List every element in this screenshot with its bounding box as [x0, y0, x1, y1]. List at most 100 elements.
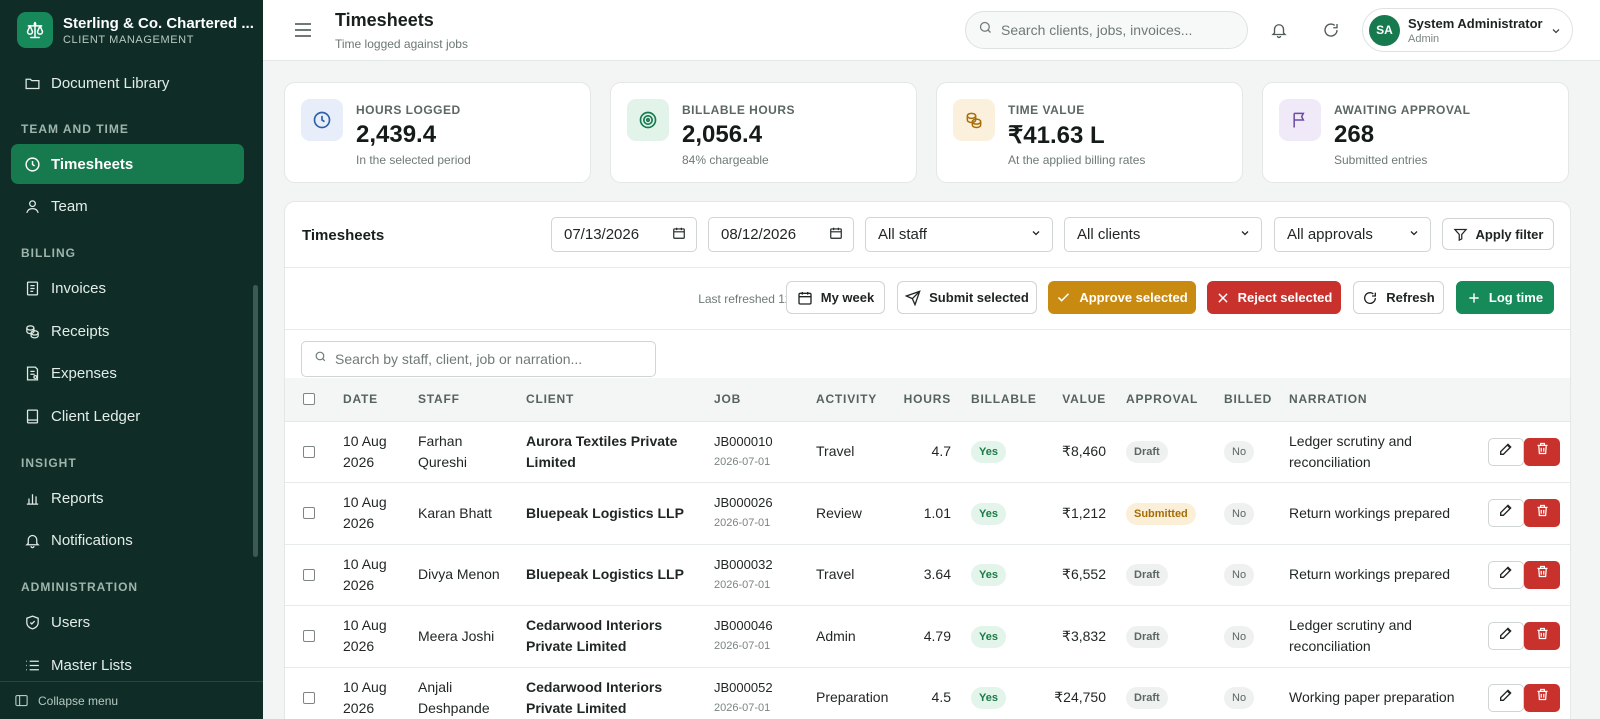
edit-button[interactable]	[1488, 499, 1524, 528]
sidebar-item-label: Notifications	[51, 531, 133, 549]
delete-button[interactable]	[1524, 622, 1560, 651]
table-row[interactable]: 10 Aug 2026 Divya Menon Bluepeak Logisti…	[285, 544, 1570, 606]
menu-toggle-icon[interactable]	[290, 17, 316, 43]
cell-date: 10 Aug 2026	[343, 605, 418, 668]
stat-value: 268	[1334, 121, 1375, 148]
sidebar-item-receipts[interactable]: Receipts	[11, 311, 244, 351]
cell-client: Bluepeak Logistics LLP	[526, 544, 714, 606]
edit-button[interactable]	[1488, 437, 1524, 466]
stat-note: 84% chargeable	[682, 153, 769, 167]
bell-icon[interactable]	[1265, 16, 1293, 44]
refresh-icon[interactable]	[1317, 16, 1345, 44]
edit-button[interactable]	[1488, 683, 1524, 712]
sidebar-section-insight: INSIGHT	[21, 456, 77, 470]
column-header-value[interactable]: VALUE	[1051, 378, 1126, 422]
plus-icon	[1467, 291, 1481, 305]
reject-selected-button[interactable]: Reject selected	[1207, 281, 1341, 314]
trash-icon	[1535, 564, 1550, 585]
approval-select[interactable]: All approvals	[1274, 217, 1431, 252]
delete-button[interactable]	[1524, 683, 1560, 712]
global-search-input[interactable]	[1001, 22, 1231, 38]
table-header-row: DATE STAFF CLIENT JOB ACTIVITY HOURS BIL…	[285, 378, 1570, 422]
table-row[interactable]: 10 Aug 2026 Anjali Deshpande Cedarwood I…	[285, 667, 1570, 719]
column-header-billed[interactable]: BILLED	[1224, 378, 1289, 422]
row-checkbox[interactable]	[303, 507, 315, 520]
column-header-date[interactable]: DATE	[343, 378, 418, 422]
cell-job-date: 2026-07-01	[714, 640, 771, 653]
sidebar-item-client-ledger[interactable]: Client Ledger	[11, 396, 244, 436]
date-to-field[interactable]: 08/12/2026	[708, 217, 854, 252]
sidebar-item-users[interactable]: Users	[11, 602, 244, 642]
stat-value: ₹41.63 L	[1008, 122, 1105, 149]
sidebar-scrollbar[interactable]	[253, 285, 258, 557]
apply-filter-button[interactable]: Apply filter	[1442, 218, 1554, 250]
row-checkbox[interactable]	[303, 630, 315, 643]
user-menu[interactable]: SA System Administrator Admin	[1362, 8, 1573, 52]
stat-label: TIME VALUE	[1008, 103, 1085, 117]
column-header-client[interactable]: CLIENT	[526, 378, 714, 422]
log-time-button[interactable]: Log time	[1456, 281, 1554, 314]
table-search-input[interactable]	[335, 351, 635, 367]
column-header-activity[interactable]: ACTIVITY	[816, 378, 896, 422]
sidebar-item-team[interactable]: Team	[11, 186, 244, 226]
sidebar-item-document-library[interactable]: Document Library	[11, 63, 244, 103]
client-select[interactable]: All clients	[1064, 217, 1262, 252]
stat-card-awaiting-approval: AWAITING APPROVAL 268 Submitted entries	[1262, 82, 1569, 183]
table-row[interactable]: 10 Aug 2026 Farhan Qureshi Aurora Textil…	[285, 421, 1570, 483]
clock-icon	[23, 155, 41, 173]
row-checkbox[interactable]	[303, 445, 315, 458]
delete-button[interactable]	[1524, 499, 1560, 528]
edit-button[interactable]	[1488, 622, 1524, 651]
cell-job-id: JB000046	[714, 618, 773, 634]
row-checkbox[interactable]	[303, 691, 315, 704]
sidebar-item-invoices[interactable]: Invoices	[11, 268, 244, 308]
edit-button[interactable]	[1488, 560, 1524, 589]
cell-client: Bluepeak Logistics LLP	[526, 482, 714, 545]
stat-note: At the applied billing rates	[1008, 153, 1146, 167]
sidebar-item-timesheets[interactable]: Timesheets	[11, 144, 244, 184]
sidebar-item-reports[interactable]: Reports	[11, 478, 244, 518]
sidebar-item-label: Invoices	[51, 279, 107, 297]
my-week-button[interactable]: My week	[786, 281, 885, 314]
delete-button[interactable]	[1524, 437, 1560, 466]
approval-badge: Draft	[1126, 687, 1168, 710]
sidebar-section-administration: ADMINISTRATION	[21, 580, 139, 594]
trash-icon	[1535, 626, 1550, 647]
cell-narration: Return workings prepared	[1289, 482, 1469, 545]
sidebar-item-master-lists[interactable]: Master Lists	[11, 645, 244, 685]
brand[interactable]: Sterling & Co. Chartered ... CLIENT MANA…	[17, 12, 254, 48]
cell-job-id: JB000010	[714, 433, 773, 449]
refresh-button[interactable]: Refresh	[1353, 281, 1444, 314]
column-header-job[interactable]: JOB	[714, 378, 816, 422]
approve-selected-button[interactable]: Approve selected	[1048, 281, 1196, 314]
table-search[interactable]	[301, 341, 656, 377]
row-checkbox[interactable]	[303, 568, 315, 581]
date-from-field[interactable]: 07/13/2026	[551, 217, 697, 252]
cell-staff: Karan Bhatt	[418, 482, 526, 545]
sidebar-item-label: Expenses	[51, 364, 117, 382]
approve-selected-label: Approve selected	[1079, 290, 1188, 305]
column-header-narration[interactable]: NARRATION	[1289, 378, 1469, 422]
table-row[interactable]: 10 Aug 2026 Karan Bhatt Bluepeak Logisti…	[285, 482, 1570, 545]
edit-icon	[1498, 441, 1514, 463]
billed-badge: No	[1224, 441, 1255, 464]
cell-staff: Divya Menon	[418, 544, 526, 606]
global-search[interactable]	[965, 11, 1248, 49]
send-icon	[905, 289, 921, 306]
table-row[interactable]: 10 Aug 2026 Meera Joshi Cedarwood Interi…	[285, 605, 1570, 668]
collapse-menu-button[interactable]: Collapse menu	[0, 681, 263, 719]
column-header-approval[interactable]: APPROVAL	[1126, 378, 1224, 422]
sidebar-item-expenses[interactable]: Expenses	[11, 353, 244, 393]
staff-select[interactable]: All staff	[865, 217, 1053, 252]
sidebar-panel-icon	[14, 693, 29, 708]
sidebar-item-notifications[interactable]: Notifications	[11, 520, 244, 560]
cell-date: 10 Aug 2026	[343, 667, 418, 719]
delete-button[interactable]	[1524, 560, 1560, 589]
select-all-checkbox[interactable]	[303, 393, 315, 406]
column-header-hours[interactable]: HOURS	[896, 378, 971, 422]
column-header-staff[interactable]: STAFF	[418, 378, 526, 422]
folder-icon	[23, 74, 41, 92]
column-header-billable[interactable]: BILLABLE	[971, 378, 1051, 422]
submit-selected-button[interactable]: Submit selected	[897, 281, 1037, 314]
cell-staff: Farhan Qureshi	[418, 421, 526, 483]
